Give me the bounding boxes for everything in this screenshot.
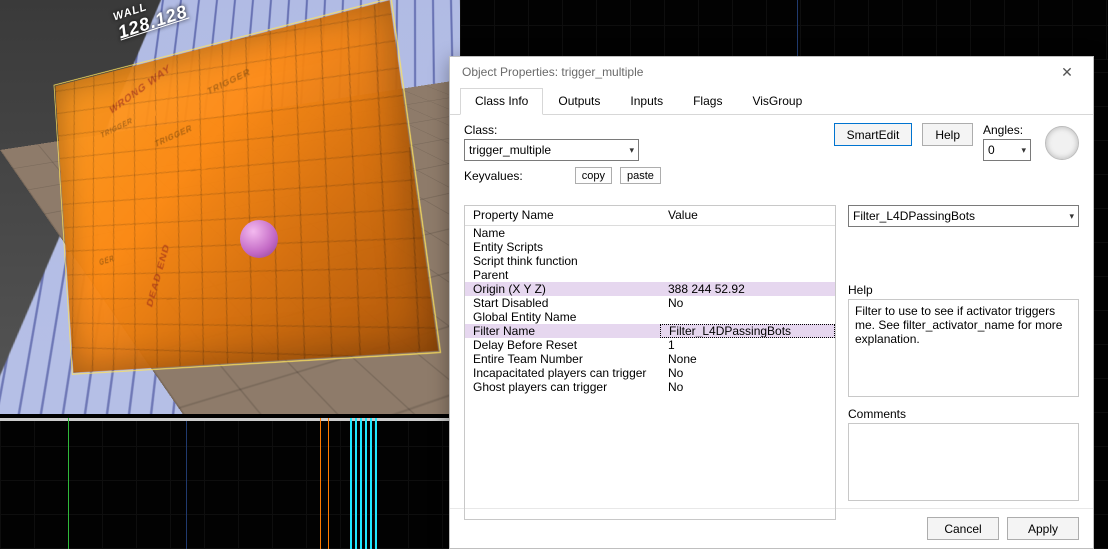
tab-class-info[interactable]: Class Info (460, 88, 543, 115)
help-text-box: Filter to use to see if activator trigge… (848, 299, 1079, 397)
property-cell: Entire Team Number (465, 352, 660, 366)
viewport-2d-front[interactable] (0, 418, 460, 549)
angles-value: 0 (988, 143, 995, 157)
table-header: Property Name Value (465, 206, 835, 226)
angle-dial[interactable] (1045, 126, 1079, 160)
property-cell: Start Disabled (465, 296, 660, 310)
dialog-title: Object Properties: trigger_multiple (462, 65, 643, 79)
value-cell: No (660, 296, 835, 310)
tab-outputs[interactable]: Outputs (543, 88, 615, 115)
side-panel: Filter_L4DPassingBots ▾ Help Filter to u… (848, 205, 1079, 501)
comments-textarea[interactable] (848, 423, 1079, 501)
angles-dropdown[interactable]: 0 ▾ (983, 139, 1031, 161)
value-cell: Filter_L4DPassingBots (660, 324, 835, 338)
value-cell: No (660, 380, 835, 394)
table-row[interactable]: Entire Team NumberNone (465, 352, 835, 366)
property-cell: Delay Before Reset (465, 338, 660, 352)
apply-button[interactable]: Apply (1007, 517, 1079, 540)
chevron-down-icon: ▾ (1021, 145, 1026, 156)
object-properties-dialog: Object Properties: trigger_multiple ✕ Cl… (449, 56, 1094, 549)
value-cell (660, 240, 835, 254)
value-cell (660, 268, 835, 282)
close-icon: ✕ (1061, 64, 1073, 81)
chevron-down-icon: ▾ (1069, 211, 1074, 222)
viewport-3d[interactable]: TRIGGER TRIGGER TRIGGER GER WRONG WAY DE… (0, 0, 460, 414)
entity-marker-orange (328, 418, 329, 549)
cancel-button[interactable]: Cancel (927, 517, 999, 540)
table-row[interactable]: Delay Before Reset1 (465, 338, 835, 352)
table-row[interactable]: Incapacitated players can triggerNo (465, 366, 835, 380)
value-cell: No (660, 366, 835, 380)
table-row[interactable]: Origin (X Y Z)388 244 52.92 (465, 282, 835, 296)
value-editor-text: Filter_L4DPassingBots (853, 209, 975, 223)
smartedit-button[interactable]: SmartEdit (834, 123, 913, 146)
class-dropdown-value: trigger_multiple (469, 143, 551, 157)
table-body: NameEntity ScriptsScript think functionP… (465, 226, 835, 519)
chevron-down-icon: ▾ (629, 145, 634, 156)
help-section-label: Help (848, 283, 1079, 297)
property-cell: Name (465, 226, 660, 240)
tabstrip: Class Info Outputs Inputs Flags VisGroup (450, 87, 1093, 115)
paste-button[interactable]: paste (620, 167, 661, 184)
trigger-brush[interactable]: TRIGGER TRIGGER TRIGGER GER WRONG WAY DE… (55, 0, 438, 373)
comments-label: Comments (848, 407, 1079, 421)
table-row[interactable]: Global Entity Name (465, 310, 835, 324)
table-row[interactable]: Script think function (465, 254, 835, 268)
keyvalues-table: Property Name Value NameEntity ScriptsSc… (464, 205, 836, 520)
table-row[interactable]: Entity Scripts (465, 240, 835, 254)
origin-sphere[interactable] (240, 220, 278, 258)
entity-marker-orange (320, 418, 321, 549)
entity-marker-green (68, 418, 69, 549)
value-cell: None (660, 352, 835, 366)
viewport-2d-top[interactable] (460, 0, 1108, 60)
property-cell: Filter Name (465, 324, 660, 338)
tab-visgroup[interactable]: VisGroup (737, 88, 817, 115)
property-cell: Entity Scripts (465, 240, 660, 254)
angles-label: Angles: (983, 123, 1023, 137)
property-cell: Parent (465, 268, 660, 282)
value-cell: 1 (660, 338, 835, 352)
value-cell: 388 244 52.92 (660, 282, 835, 296)
property-cell: Script think function (465, 254, 660, 268)
table-row[interactable]: Filter NameFilter_L4DPassingBots (465, 324, 835, 338)
value-cell (660, 226, 835, 240)
keyvalues-label: Keyvalues: (464, 169, 523, 183)
viewport-2d-side[interactable] (1094, 60, 1108, 549)
property-cell: Global Entity Name (465, 310, 660, 324)
copy-button[interactable]: copy (575, 167, 612, 184)
close-button[interactable]: ✕ (1047, 60, 1087, 84)
help-button[interactable]: Help (922, 123, 973, 146)
tab-flags[interactable]: Flags (678, 88, 737, 115)
property-cell: Origin (X Y Z) (465, 282, 660, 296)
table-row[interactable]: Ghost players can triggerNo (465, 380, 835, 394)
property-cell: Ghost players can trigger (465, 380, 660, 394)
value-editor-dropdown[interactable]: Filter_L4DPassingBots ▾ (848, 205, 1079, 227)
value-cell (660, 254, 835, 268)
col-property[interactable]: Property Name (465, 206, 660, 225)
table-row[interactable]: Name (465, 226, 835, 240)
class-dropdown[interactable]: trigger_multiple ▾ (464, 139, 639, 161)
property-cell: Incapacitated players can trigger (465, 366, 660, 380)
entity-markers-cyan (350, 418, 380, 549)
col-value[interactable]: Value (660, 206, 835, 225)
axis-line (186, 421, 187, 549)
table-row[interactable]: Start DisabledNo (465, 296, 835, 310)
dialog-body: Class: trigger_multiple ▾ Keyvalues: cop… (450, 115, 1093, 508)
tab-inputs[interactable]: Inputs (615, 88, 678, 115)
table-row[interactable]: Parent (465, 268, 835, 282)
dialog-titlebar[interactable]: Object Properties: trigger_multiple ✕ (450, 57, 1093, 87)
value-cell (660, 310, 835, 324)
